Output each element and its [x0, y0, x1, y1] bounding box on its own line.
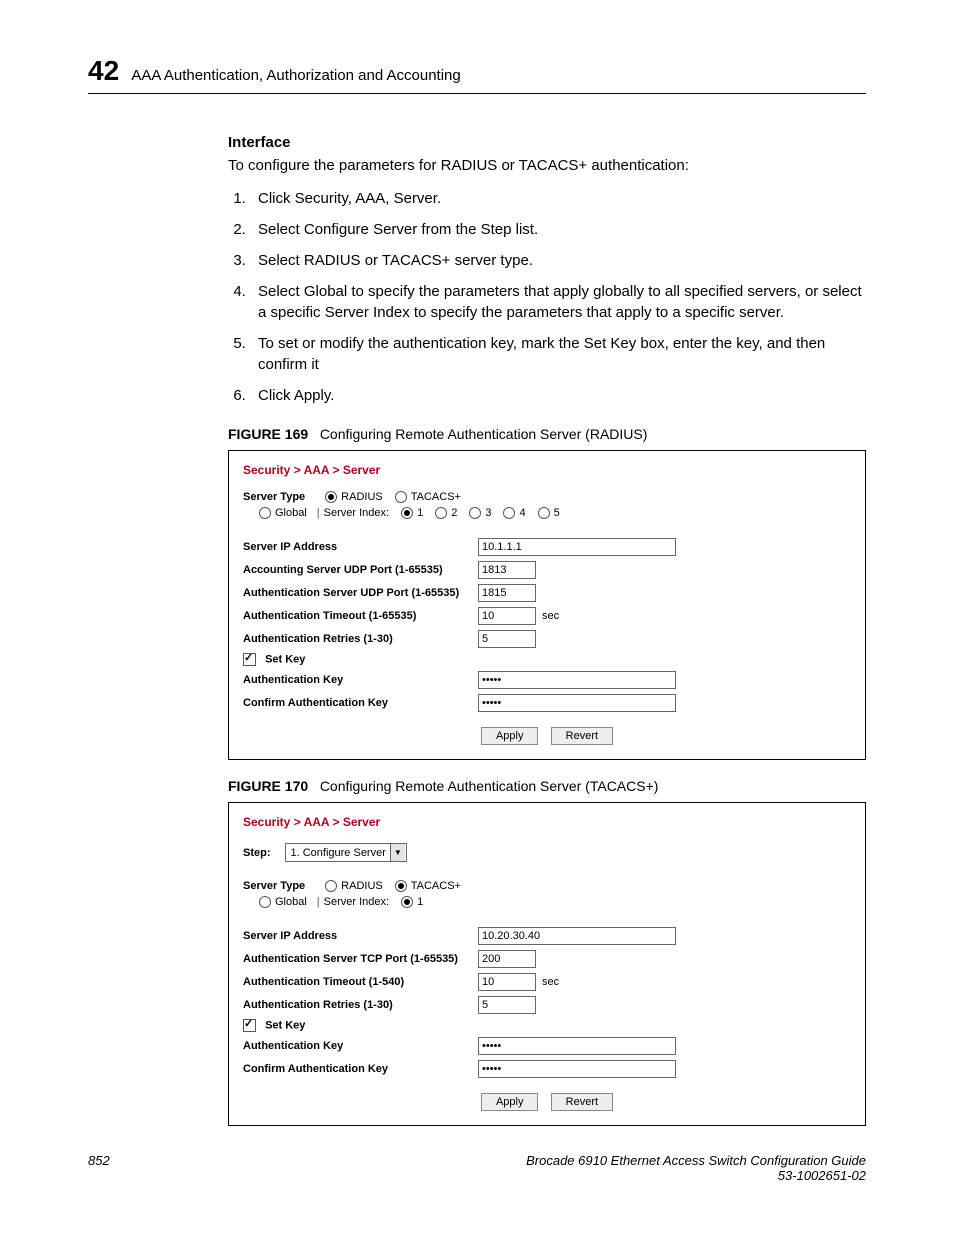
auth-retries-input[interactable]	[478, 630, 536, 648]
server-index-1-radio[interactable]	[401, 896, 413, 908]
global-radio[interactable]	[259, 507, 271, 519]
steps-list: Click Security, AAA, Server. Select Conf…	[228, 188, 866, 406]
figure-label: FIGURE 169	[228, 426, 308, 442]
global-label: Global	[275, 507, 307, 519]
step-item: Click Security, AAA, Server.	[250, 188, 866, 209]
idx: 5	[554, 507, 560, 519]
auth-port-input[interactable]	[478, 950, 536, 968]
auth-timeout-label: Authentication Timeout (1-540)	[243, 976, 478, 988]
server-ip-input[interactable]	[478, 538, 676, 556]
chapter-number: 42	[88, 55, 119, 87]
divider: |	[317, 507, 320, 519]
page-footer: 852 Brocade 6910 Ethernet Access Switch …	[88, 1153, 866, 1183]
auth-key-label: Authentication Key	[243, 674, 478, 686]
figure-caption-169: FIGURE 169 Configuring Remote Authentica…	[228, 426, 866, 442]
auth-retries-label: Authentication Retries (1-30)	[243, 633, 478, 645]
idx: 3	[485, 507, 491, 519]
server-index-label: Server Index:	[324, 896, 389, 908]
server-type-radius-radio[interactable]	[325, 880, 337, 892]
server-ip-label: Server IP Address	[243, 541, 478, 553]
server-type-radius-radio[interactable]	[325, 491, 337, 503]
radius-option: RADIUS	[341, 880, 383, 892]
server-index-4-radio[interactable]	[503, 507, 515, 519]
idx: 1	[417, 896, 423, 908]
divider: |	[317, 896, 320, 908]
step-item: Select Global to specify the parameters …	[250, 281, 866, 323]
timeout-unit: sec	[542, 976, 559, 988]
auth-port-input[interactable]	[478, 584, 536, 602]
confirm-key-label: Confirm Authentication Key	[243, 697, 478, 709]
idx: 4	[519, 507, 525, 519]
breadcrumb: Security > AAA > Server	[243, 463, 851, 477]
step-item: Select Configure Server from the Step li…	[250, 219, 866, 240]
auth-timeout-input[interactable]	[478, 973, 536, 991]
timeout-unit: sec	[542, 610, 559, 622]
idx: 1	[417, 507, 423, 519]
set-key-checkbox[interactable]	[243, 653, 256, 666]
step-select-value: 1. Configure Server	[287, 847, 390, 859]
server-ip-input[interactable]	[478, 927, 676, 945]
step-item: Select RADIUS or TACACS+ server type.	[250, 250, 866, 271]
auth-retries-label: Authentication Retries (1-30)	[243, 999, 478, 1011]
radius-panel: Security > AAA > Server Server Type RADI…	[228, 450, 866, 760]
radius-option: RADIUS	[341, 491, 383, 503]
global-label: Global	[275, 896, 307, 908]
auth-port-label: Authentication Server TCP Port (1-65535)	[243, 953, 478, 965]
figure-title: Configuring Remote Authentication Server…	[320, 426, 648, 442]
tacacs-option: TACACS+	[411, 491, 461, 503]
page-header: 42 AAA Authentication, Authorization and…	[88, 55, 866, 94]
confirm-key-input[interactable]	[478, 1060, 676, 1078]
server-type-label: Server Type	[243, 880, 305, 892]
figure-title: Configuring Remote Authentication Server…	[320, 778, 659, 794]
server-type-tacacs-radio[interactable]	[395, 491, 407, 503]
server-type-tacacs-radio[interactable]	[395, 880, 407, 892]
figure-label: FIGURE 170	[228, 778, 308, 794]
set-key-checkbox[interactable]	[243, 1019, 256, 1032]
auth-key-label: Authentication Key	[243, 1040, 478, 1052]
server-type-label: Server Type	[243, 491, 305, 503]
auth-key-input[interactable]	[478, 671, 676, 689]
revert-button[interactable]: Revert	[551, 727, 613, 745]
auth-timeout-label: Authentication Timeout (1-65535)	[243, 610, 478, 622]
apply-button[interactable]: Apply	[481, 1093, 539, 1111]
tacacs-option: TACACS+	[411, 880, 461, 892]
auth-timeout-input[interactable]	[478, 607, 536, 625]
apply-button[interactable]: Apply	[481, 727, 539, 745]
server-ip-label: Server IP Address	[243, 930, 478, 942]
confirm-key-input[interactable]	[478, 694, 676, 712]
step-select[interactable]: 1. Configure Server ▼	[285, 843, 407, 862]
tacacs-panel: Security > AAA > Server Step: 1. Configu…	[228, 802, 866, 1126]
acct-port-label: Accounting Server UDP Port (1-65535)	[243, 564, 478, 576]
server-index-label: Server Index:	[324, 507, 389, 519]
server-index-3-radio[interactable]	[469, 507, 481, 519]
breadcrumb: Security > AAA > Server	[243, 815, 851, 829]
server-index-2-radio[interactable]	[435, 507, 447, 519]
chevron-down-icon: ▼	[390, 844, 405, 861]
set-key-label: Set Key	[265, 1019, 305, 1031]
step-item: Click Apply.	[250, 385, 866, 406]
auth-port-label: Authentication Server UDP Port (1-65535)	[243, 587, 478, 599]
section-heading: Interface	[228, 134, 866, 151]
section-intro: To configure the parameters for RADIUS o…	[228, 157, 866, 174]
auth-retries-input[interactable]	[478, 996, 536, 1014]
idx: 2	[451, 507, 457, 519]
revert-button[interactable]: Revert	[551, 1093, 613, 1111]
book-title: Brocade 6910 Ethernet Access Switch Conf…	[526, 1153, 866, 1168]
doc-id: 53-1002651-02	[526, 1168, 866, 1183]
acct-port-input[interactable]	[478, 561, 536, 579]
figure-caption-170: FIGURE 170 Configuring Remote Authentica…	[228, 778, 866, 794]
server-index-5-radio[interactable]	[538, 507, 550, 519]
step-label: Step:	[243, 847, 271, 859]
server-index-1-radio[interactable]	[401, 507, 413, 519]
global-radio[interactable]	[259, 896, 271, 908]
step-item: To set or modify the authentication key,…	[250, 333, 866, 375]
set-key-label: Set Key	[265, 653, 305, 665]
chapter-title: AAA Authentication, Authorization and Ac…	[131, 67, 460, 84]
page-number: 852	[88, 1153, 110, 1183]
confirm-key-label: Confirm Authentication Key	[243, 1063, 478, 1075]
auth-key-input[interactable]	[478, 1037, 676, 1055]
